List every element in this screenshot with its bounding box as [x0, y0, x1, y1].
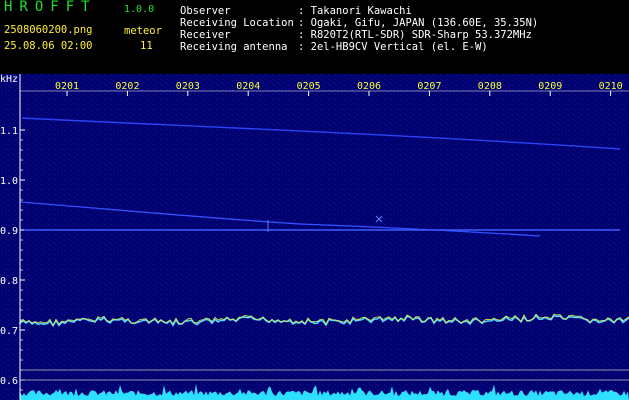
- antenna-key: Receiving antenna: [180, 41, 288, 53]
- x-tick-label: 0206: [357, 81, 381, 92]
- spectrogram: kHz 0201 0202 0203 0204 0205 0206 0207 0208 0209…: [0, 74, 629, 400]
- receiver-key: Receiver: [180, 29, 231, 41]
- header-panel: HROFFT 1.0.0 2508060200.png 25.08.06 02:…: [0, 0, 629, 74]
- y-tick-label: 0.9: [0, 226, 18, 237]
- receiver-value: : R820T2(RTL-SDR) SDR-Sharp 53.372MHz: [298, 29, 532, 41]
- x-tick-label: 0208: [478, 81, 502, 92]
- app-version: 1.0.0: [124, 4, 155, 15]
- x-tick-label: 0210: [599, 81, 623, 92]
- meteor-label: meteor: [124, 25, 162, 37]
- x-tick-label: 0205: [297, 81, 321, 92]
- location-key: Receiving Location: [180, 17, 294, 29]
- file-name: 2508060200.png: [4, 24, 93, 36]
- y-unit-label: kHz: [0, 74, 18, 85]
- y-tick-label: 1.1: [0, 126, 18, 137]
- x-tick-label: 0202: [115, 81, 139, 92]
- meteor-count: 11: [140, 40, 153, 52]
- y-tick-label: 0.8: [0, 276, 18, 287]
- y-tick-label: 1.0: [0, 176, 18, 187]
- app-name: HROFFT: [4, 0, 97, 15]
- location-value: : Ogaki, Gifu, JAPAN (136.60E, 35.35N): [298, 17, 539, 29]
- spectrogram-background: [0, 74, 629, 400]
- observer-key: Observer: [180, 5, 231, 17]
- x-tick-label: 0201: [55, 81, 79, 92]
- x-tick-label: 0204: [236, 81, 260, 92]
- datetime: 25.08.06 02:00: [4, 40, 93, 52]
- y-tick-label: 0.7: [0, 326, 18, 337]
- y-tick-label: 0.6: [0, 376, 18, 387]
- x-tick-label: 0209: [538, 81, 562, 92]
- x-tick-label: 0203: [176, 81, 200, 92]
- observer-value: : Takanori Kawachi: [298, 5, 412, 17]
- antenna-value: : 2el-HB9CV Vertical (el. E-W): [298, 41, 488, 53]
- x-tick-label: 0207: [417, 81, 441, 92]
